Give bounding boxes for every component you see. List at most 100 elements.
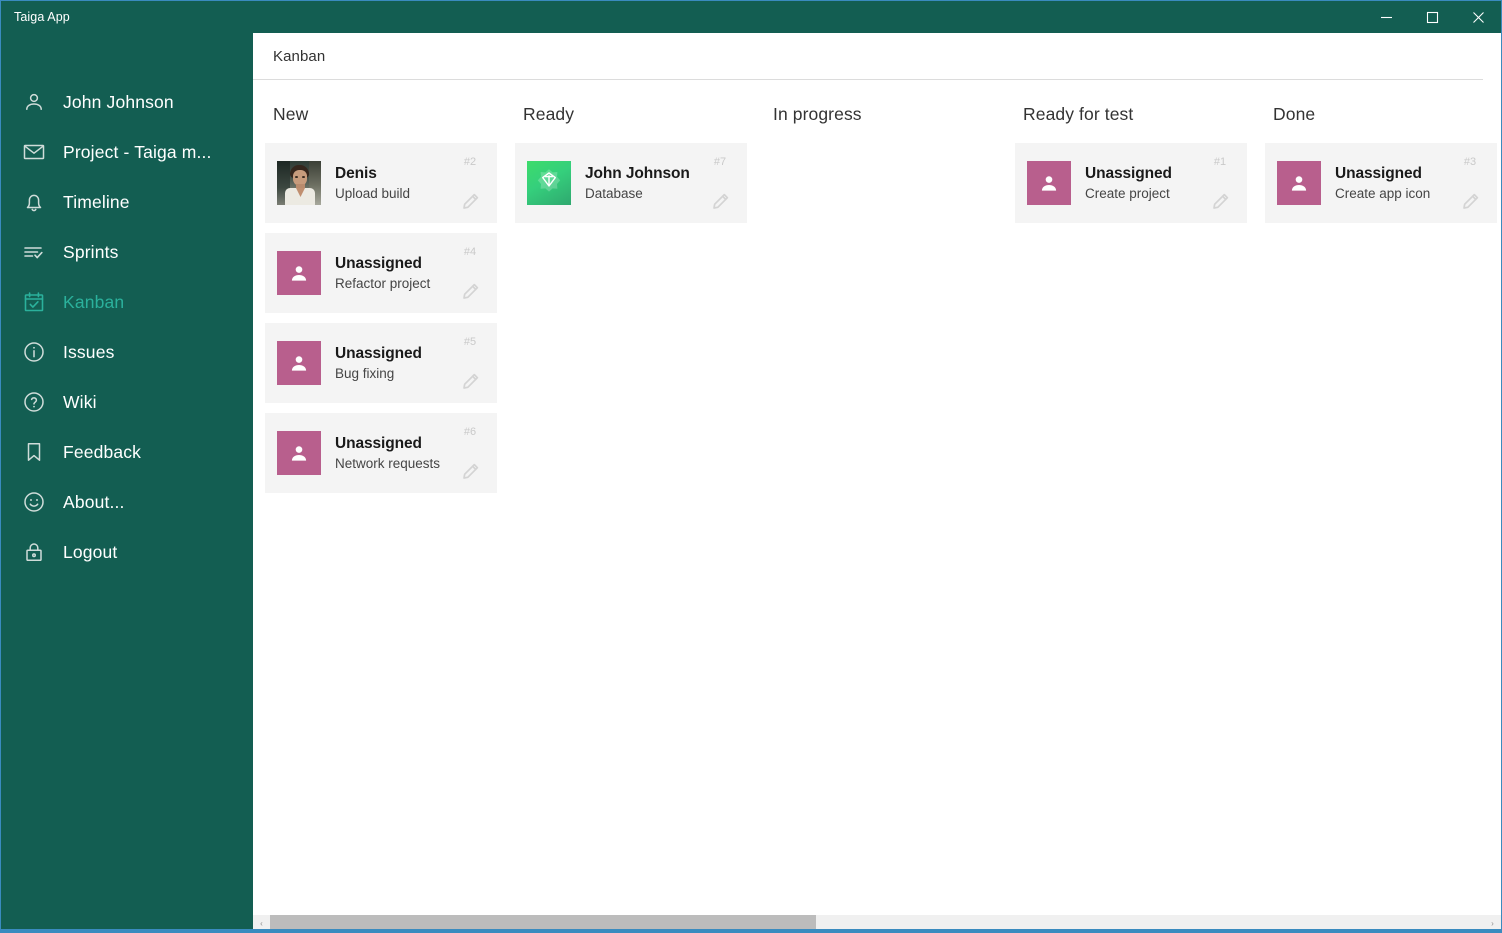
kanban-card[interactable]: Unassigned Bug fixing #5 [265,323,497,403]
sidebar-item-timeline[interactable]: Timeline [1,177,253,227]
card-meta: #6 [453,425,487,481]
kanban-card[interactable]: Unassigned Network requests #6 [265,413,497,493]
kanban-card[interactable]: John Johnson Database #7 [515,143,747,223]
kanban-board: New Denis Upload build #2 Unassigned Ref… [265,80,1501,503]
avatar [277,251,321,295]
avatar [1277,161,1321,205]
card-ref: #4 [463,246,477,258]
card-ref: #1 [1213,156,1227,168]
user-placeholder-icon [291,356,307,371]
card-assignee: Unassigned [1335,165,1422,182]
column-title: Ready [523,104,575,124]
maximize-button[interactable] [1409,1,1455,33]
card-subject: Network requests [335,456,441,471]
card-subject: Bug fixing [335,366,395,381]
kanban-column-new: New Denis Upload build #2 Unassigned Ref… [265,104,515,503]
card-text: John Johnson Database [571,165,703,201]
sidebar-item-label: Timeline [63,191,130,212]
column-cards: Unassigned Create project #1 [1015,143,1265,223]
user-placeholder-icon [1041,176,1057,191]
card-subject: Create project [1085,186,1170,201]
edit-pencil-icon[interactable] [461,462,480,481]
user-placeholder-icon [1291,176,1307,191]
kanban-column-ready-for-test: Ready for test Unassigned Create project… [1015,104,1265,233]
bell-icon [13,190,55,214]
edit-pencil-icon[interactable] [461,282,480,301]
edit-pencil-icon[interactable] [1211,192,1230,211]
sidebar-item-about[interactable]: About... [1,477,253,527]
sidebar: John Johnson Project - Taiga m... Timeli… [1,33,253,932]
card-ref: #6 [463,426,477,438]
scroll-left-arrow-icon[interactable]: ‹ [253,919,270,928]
card-assignee: John Johnson [585,165,690,182]
app-window: Taiga App John Johnson Project - Taiga m… [0,0,1502,933]
user-photo-icon [277,161,321,205]
scroll-right-arrow-icon[interactable]: › [1484,919,1501,928]
column-cards: John Johnson Database #7 [515,143,765,223]
sidebar-item-label: Logout [63,541,118,562]
avatar [277,341,321,385]
card-text: Unassigned Create project [1071,165,1203,201]
content-area: Kanban New Denis Upload build #2 Unassig… [253,33,1501,932]
card-text: Denis Upload build [321,165,453,201]
avatar [1027,161,1071,205]
minimize-button[interactable] [1363,1,1409,33]
card-ref: #5 [463,336,477,348]
smiley-icon [13,490,55,514]
column-title: In progress [773,104,862,124]
kanban-card[interactable]: Denis Upload build #2 [265,143,497,223]
card-meta: #7 [703,155,737,211]
kanban-column-ready: Ready John Johnson Database #7 [515,104,765,233]
edit-pencil-icon[interactable] [461,192,480,211]
card-assignee: Unassigned [335,345,422,362]
kanban-card[interactable]: Unassigned Refactor project #4 [265,233,497,313]
sidebar-item-feedback[interactable]: Feedback [1,427,253,477]
card-assignee: Unassigned [335,435,422,452]
card-meta: #5 [453,335,487,391]
card-meta: #4 [453,245,487,301]
avatar [277,161,321,205]
card-ref: #7 [713,156,727,168]
edit-pencil-icon[interactable] [711,192,730,211]
card-text: Unassigned Network requests [321,435,453,471]
sidebar-item-project[interactable]: Project - Taiga m... [1,127,253,177]
sidebar-item-issues[interactable]: Issues [1,327,253,377]
sidebar-item-kanban[interactable]: Kanban [1,277,253,327]
question-circle-icon [13,390,55,414]
kanban-card[interactable]: Unassigned Create project #1 [1015,143,1247,223]
sidebar-item-label: About... [63,491,125,512]
card-meta: #2 [453,155,487,211]
sidebar-item-user[interactable]: John Johnson [1,77,253,127]
card-ref: #2 [463,156,477,168]
card-subject: Create app icon [1335,186,1431,201]
window-body: John Johnson Project - Taiga m... Timeli… [1,33,1501,932]
user-placeholder-icon [291,266,307,281]
sidebar-item-logout[interactable]: Logout [1,527,253,577]
sidebar-item-label: Project - Taiga m... [63,141,212,162]
kanban-card[interactable]: Unassigned Create app icon #3 [1265,143,1497,223]
sidebar-item-sprints[interactable]: Sprints [1,227,253,277]
card-subject: Refactor project [335,276,431,291]
card-meta: #1 [1203,155,1237,211]
window-bottom-accent [1,929,1501,932]
sidebar-item-label: Feedback [63,441,142,462]
card-text: Unassigned Refactor project [321,255,453,291]
card-assignee: Unassigned [335,255,422,272]
list-check-icon [13,240,55,264]
column-cards: Denis Upload build #2 Unassigned Refacto… [265,143,515,493]
edit-pencil-icon[interactable] [1461,192,1480,211]
sidebar-item-wiki[interactable]: Wiki [1,377,253,427]
user-placeholder-icon [291,446,307,461]
card-subject: Database [585,186,643,201]
user-icon [13,90,55,114]
mail-icon [13,140,55,164]
page-header: Kanban [253,33,1483,80]
card-ref: #3 [1463,156,1477,168]
close-button[interactable] [1455,1,1501,33]
calendar-check-icon [13,290,55,314]
sidebar-item-label: John Johnson [63,91,174,112]
sidebar-item-label: Issues [63,341,115,362]
edit-pencil-icon[interactable] [461,372,480,391]
board-scroll-viewport[interactable]: New Denis Upload build #2 Unassigned Ref… [253,80,1501,914]
page-title: Kanban [273,47,326,65]
